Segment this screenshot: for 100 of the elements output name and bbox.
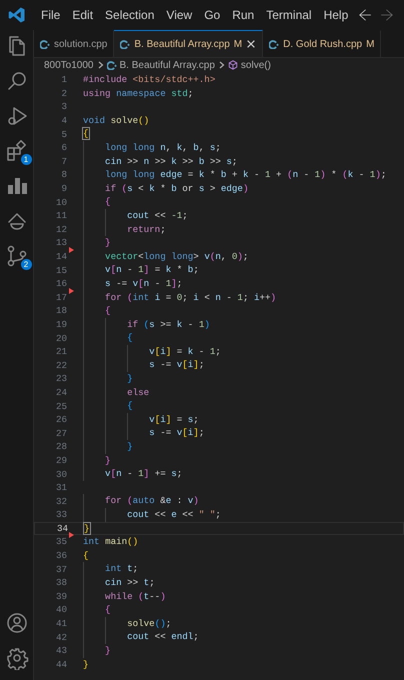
code-token: ; xyxy=(198,359,204,370)
code-token: ) xyxy=(193,495,199,506)
code-token: if xyxy=(126,318,140,330)
code-token: ; xyxy=(215,509,221,520)
code-token: ] xyxy=(144,264,150,276)
menu-item[interactable]: Terminal xyxy=(260,5,318,25)
code-token: , xyxy=(220,250,228,262)
code-token: + xyxy=(275,169,283,180)
account-icon[interactable] xyxy=(4,611,28,635)
code-token: cout xyxy=(126,631,150,642)
line-number: 23 xyxy=(54,373,67,384)
code-token: long long xyxy=(104,142,156,153)
code-token: endl xyxy=(171,631,194,642)
code-token: n xyxy=(215,292,221,302)
line-number: 11 xyxy=(54,210,67,222)
line-number: 30 xyxy=(54,468,67,480)
line-number: 8 xyxy=(60,169,67,180)
code-token: ; xyxy=(242,292,250,302)
code-token: solve xyxy=(126,618,155,629)
code-token: { xyxy=(126,332,133,344)
code-token: ] xyxy=(193,427,199,438)
code-token: ; xyxy=(166,618,172,629)
menu-item[interactable]: Run xyxy=(226,5,260,25)
code-token: [ xyxy=(110,468,116,480)
line-number: 2 xyxy=(60,88,67,99)
code-token: ; xyxy=(198,427,204,438)
line-number: 43 xyxy=(54,645,67,656)
breadcrumb-item[interactable]: 800To1000 xyxy=(44,60,94,70)
code-token: n xyxy=(144,156,150,167)
code-token: > xyxy=(193,250,200,262)
modified-indicator: M xyxy=(366,38,374,50)
line-number: 44 xyxy=(54,658,67,670)
code-token: & xyxy=(160,495,166,506)
line-number: 32 xyxy=(54,496,67,507)
extensions-icon[interactable] xyxy=(4,139,28,163)
line-number: 22 xyxy=(54,360,67,371)
code-token: " " xyxy=(198,509,216,520)
code-token: = xyxy=(176,414,184,425)
code-token: - xyxy=(252,169,260,180)
breadcrumb-item[interactable]: B. Beautiful Array.cpp xyxy=(120,60,215,70)
code-token: << xyxy=(154,210,167,221)
line-number: 9 xyxy=(60,183,67,194)
code-token: ] xyxy=(171,278,177,289)
menu-item[interactable]: Edit xyxy=(66,5,100,25)
code-token: ( xyxy=(138,590,144,602)
line-number: 28 xyxy=(54,441,67,452)
menu-item[interactable]: File xyxy=(35,5,66,25)
code-token: i xyxy=(193,292,199,302)
forward-arrow-icon[interactable] xyxy=(380,8,394,22)
line-number: 39 xyxy=(54,590,67,602)
menu-item[interactable]: Selection xyxy=(99,5,160,25)
code-token: if xyxy=(104,182,118,194)
code-token: int xyxy=(104,563,123,574)
editor-tab[interactable]: B. Beautiful Array.cpp M xyxy=(114,30,264,57)
code-token: * xyxy=(330,169,338,180)
code-token: b xyxy=(171,182,177,194)
code-token: { xyxy=(126,400,133,412)
code-token: } xyxy=(126,373,133,384)
code-token: k xyxy=(166,264,172,276)
code-token: s xyxy=(198,182,204,194)
code-token: [ xyxy=(138,278,144,289)
code-token: cout xyxy=(126,210,150,221)
cpp-file-icon xyxy=(106,60,116,70)
code-token: ) xyxy=(160,590,166,602)
code-token: n xyxy=(160,142,166,153)
line-number: 21 xyxy=(54,346,67,358)
menu-item[interactable]: Go xyxy=(198,5,226,25)
settings-icon[interactable] xyxy=(4,646,28,670)
line-number: 15 xyxy=(54,264,67,276)
code-token: s xyxy=(149,318,155,330)
code-token: 1 xyxy=(138,264,144,276)
code-token: 1 xyxy=(166,278,172,289)
line-number: 13 xyxy=(54,237,67,248)
code-token: () xyxy=(138,114,150,126)
modified-indicator: M xyxy=(234,38,242,50)
back-arrow-icon[interactable] xyxy=(358,8,372,22)
code-token: ; xyxy=(149,576,155,588)
menu-item[interactable]: Help xyxy=(318,5,354,25)
line-number: 19 xyxy=(54,318,67,330)
code-token: k xyxy=(348,169,354,180)
line-number: 41 xyxy=(54,618,67,630)
breadcrumb-item[interactable]: solve() xyxy=(240,60,271,70)
code-token: long long xyxy=(104,169,156,180)
code-token: ] xyxy=(166,346,172,357)
line-number: 31 xyxy=(54,482,67,494)
code-token: s xyxy=(104,278,111,289)
code-token: v xyxy=(132,278,138,289)
code-token: ) xyxy=(237,250,243,262)
code-token: ++ xyxy=(259,292,271,302)
close-icon[interactable] xyxy=(246,39,256,49)
code-token: for xyxy=(104,292,123,302)
code-token: [ xyxy=(110,264,116,276)
code-token: } xyxy=(104,237,111,248)
code-token: ; xyxy=(215,346,221,357)
code-token: ( xyxy=(287,169,293,180)
menu-item[interactable]: View xyxy=(160,5,198,25)
code-token: e xyxy=(166,495,172,506)
code-token: () xyxy=(127,536,138,548)
code-token: - xyxy=(358,169,366,180)
code-token: ; xyxy=(182,292,189,302)
